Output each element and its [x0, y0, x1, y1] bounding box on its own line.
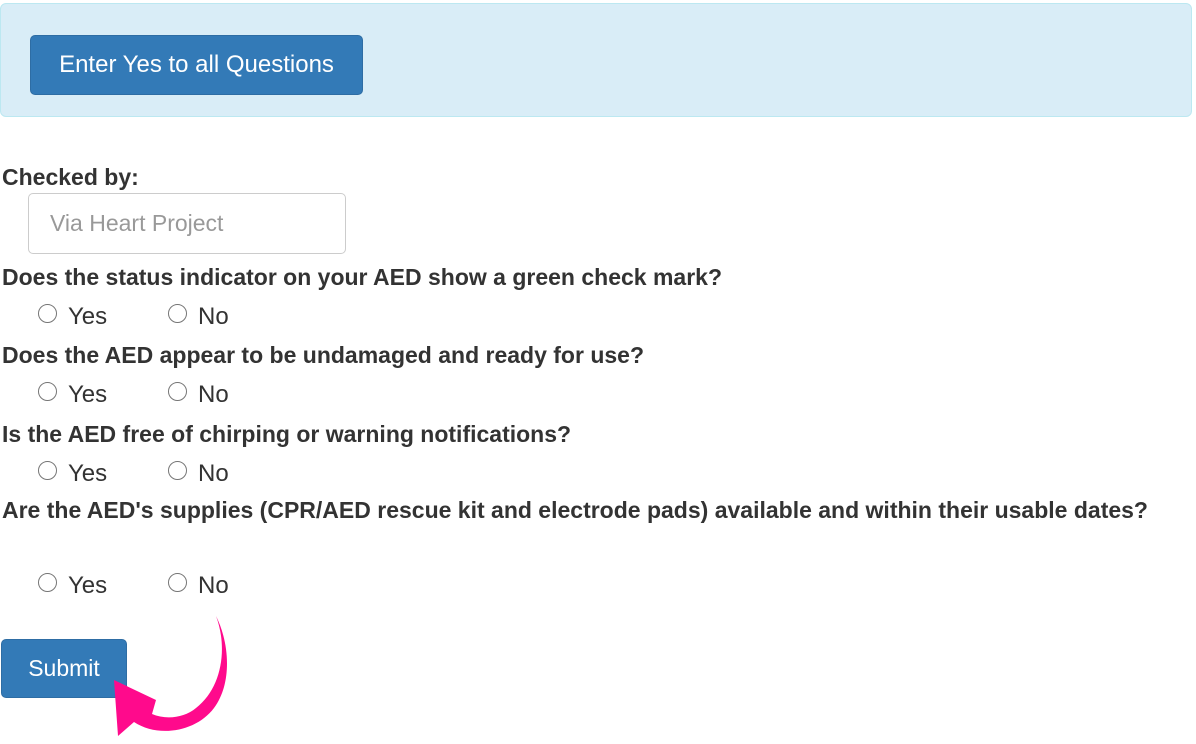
question-4-no-radio[interactable]: No — [168, 571, 229, 601]
arrow-shape — [114, 616, 227, 736]
question-3-label: Is the AED free of chirping or warning n… — [2, 421, 572, 447]
question-3-yes-radio[interactable]: Yes — [38, 459, 107, 489]
question-2-no-radio[interactable]: No — [168, 380, 229, 410]
radio-label: No — [198, 381, 229, 408]
radio-label: Yes — [68, 572, 108, 599]
radio-label: Yes — [68, 303, 108, 330]
checked-by-label: Checked by: — [2, 164, 139, 190]
question-2-label: Does the AED appear to be undamaged and … — [2, 342, 645, 368]
question-4-yes-radio[interactable]: Yes — [38, 571, 107, 601]
radio-circle-icon[interactable] — [38, 381, 57, 401]
radio-circle-icon[interactable] — [168, 460, 187, 480]
question-4-label: Are the AED's supplies (CPR/AED rescue k… — [2, 497, 1148, 523]
radio-circle-icon[interactable] — [168, 381, 187, 401]
radio-circle-icon[interactable] — [38, 460, 57, 480]
question-3-no-radio[interactable]: No — [168, 459, 229, 489]
radio-label: Yes — [68, 460, 108, 487]
info-banner: Enter Yes to all Questions — [0, 3, 1192, 117]
question-1-label: Does the status indicator on your AED sh… — [2, 264, 722, 290]
question-1-yes-radio[interactable]: Yes — [38, 302, 107, 332]
question-2-yes-radio[interactable]: Yes — [38, 380, 107, 410]
radio-label: Yes — [68, 381, 108, 408]
radio-circle-icon[interactable] — [168, 303, 187, 323]
radio-label: No — [198, 303, 229, 330]
radio-circle-icon[interactable] — [168, 572, 187, 592]
radio-circle-icon[interactable] — [38, 572, 57, 592]
question-1-no-radio[interactable]: No — [168, 302, 229, 332]
radio-circle-icon[interactable] — [38, 303, 57, 323]
aed-check-form: Enter Yes to all Questions Checked by: D… — [0, 0, 1196, 744]
radio-label: No — [198, 572, 229, 599]
radio-label: No — [198, 460, 229, 487]
curved-arrow-icon — [114, 616, 227, 736]
checked-by-input[interactable] — [28, 193, 346, 254]
enter-yes-all-button[interactable]: Enter Yes to all Questions — [30, 35, 363, 95]
